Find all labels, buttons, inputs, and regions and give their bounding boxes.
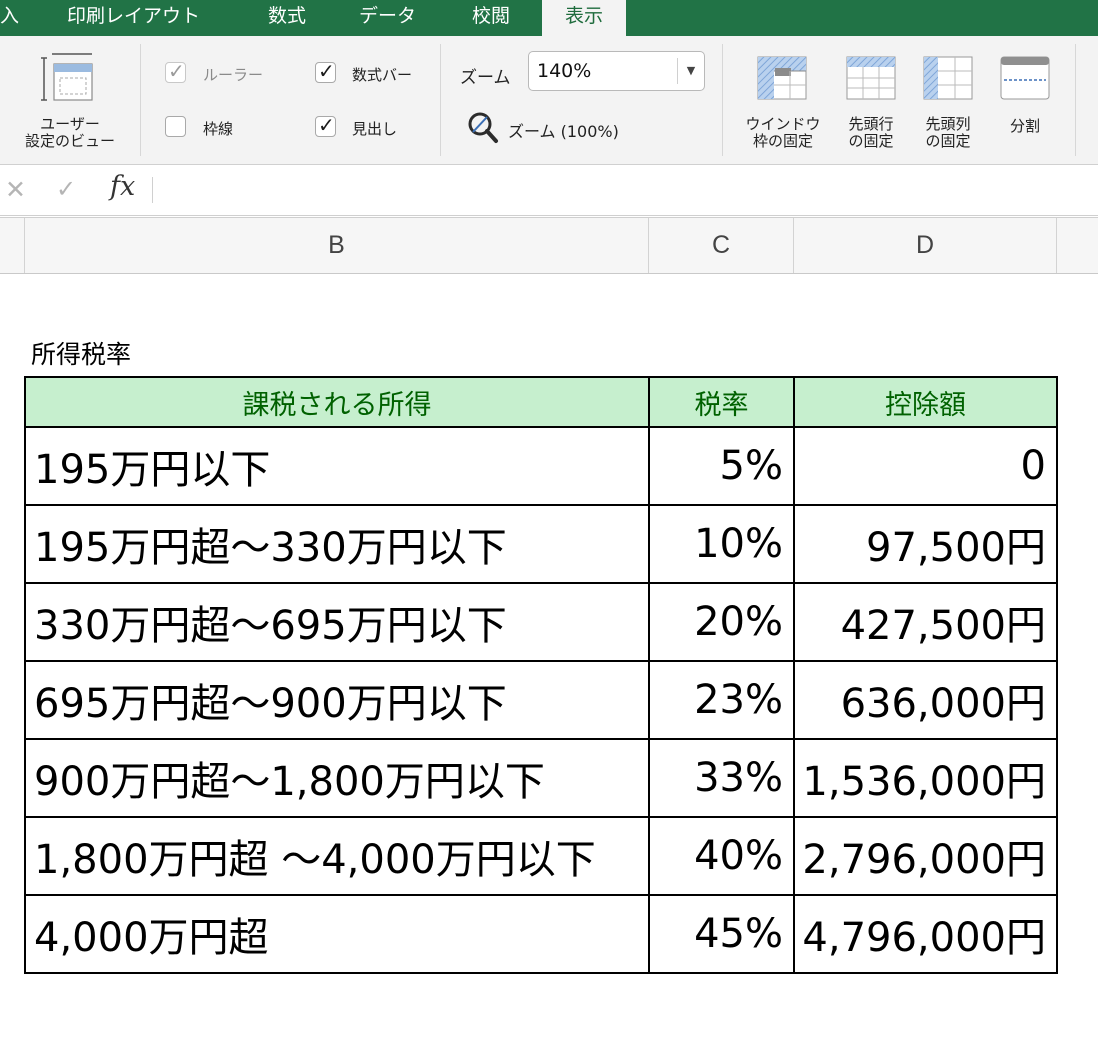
freeze-first-column-label: 先頭列 の固定 bbox=[925, 115, 971, 150]
zoom-100-label: ズーム (100%) bbox=[508, 122, 619, 141]
ribbon-separator bbox=[722, 44, 723, 156]
tab-page-layout[interactable]: 印刷レイアウト bbox=[67, 0, 200, 36]
ribbon-separator bbox=[140, 44, 141, 156]
deduction-cell[interactable]: 4,796,000円 bbox=[793, 894, 1058, 974]
custom-views-button[interactable] bbox=[38, 52, 98, 102]
chevron-down-icon[interactable]: ▼ bbox=[677, 58, 704, 84]
header-tax-rate[interactable]: 税率 bbox=[648, 376, 795, 428]
table-row: 330万円超〜695万円以下 20% 427,500円 bbox=[24, 582, 1058, 662]
income-cell[interactable]: 900万円超〜1,800万円以下 bbox=[24, 738, 650, 818]
freeze-panes-label: ウインドウ 枠の固定 bbox=[745, 115, 821, 150]
deduction-cell[interactable]: 636,000円 bbox=[793, 660, 1058, 740]
sheet-title[interactable]: 所得税率 bbox=[31, 335, 131, 371]
formula-bar-label: 数式バー bbox=[352, 66, 413, 84]
headings-label: 見出し bbox=[352, 120, 398, 138]
custom-views-icon bbox=[41, 53, 93, 101]
deduction-cell[interactable]: 427,500円 bbox=[793, 582, 1058, 662]
rate-cell[interactable]: 23% bbox=[648, 660, 795, 740]
insert-function-icon[interactable]: fx bbox=[110, 171, 135, 202]
formula-divider bbox=[152, 177, 153, 203]
headings-checkbox[interactable]: ✓ bbox=[315, 113, 336, 137]
income-cell[interactable]: 195万円超〜330万円以下 bbox=[24, 504, 650, 584]
deduction-cell[interactable]: 0 bbox=[793, 426, 1058, 506]
ruler-label: ルーラー bbox=[203, 66, 264, 84]
table-row: 195万円以下 5% 0 bbox=[24, 426, 1058, 506]
freeze-top-row-label: 先頭行 の固定 bbox=[848, 115, 894, 150]
custom-views-label: ユーザー 設定のビュー bbox=[24, 115, 115, 150]
freeze-top-row-button[interactable] bbox=[846, 56, 896, 104]
ribbon-separator bbox=[1075, 44, 1076, 156]
zoom-value: 140% bbox=[537, 60, 592, 82]
table-row: 195万円超〜330万円以下 10% 97,500円 bbox=[24, 504, 1058, 584]
gridlines-label: 枠線 bbox=[203, 120, 234, 138]
table-row: 900万円超〜1,800万円以下 33% 1,536,000円 bbox=[24, 738, 1058, 818]
header-taxable-income[interactable]: 課税される所得 bbox=[24, 376, 650, 428]
rate-cell[interactable]: 33% bbox=[648, 738, 795, 818]
rate-cell[interactable]: 40% bbox=[648, 816, 795, 896]
check-icon: ✓ bbox=[318, 59, 335, 83]
tax-rate-table: 課税される所得 税率 控除額 195万円以下 5% 0 195万円超〜330万円… bbox=[24, 376, 1058, 974]
rate-cell[interactable]: 45% bbox=[648, 894, 795, 974]
ribbon-tab-bar: 入 印刷レイアウト 数式 データ 校閲 表示 bbox=[0, 0, 1098, 37]
check-icon: ✓ bbox=[168, 59, 185, 83]
tab-data[interactable]: データ bbox=[359, 0, 416, 36]
zoom-100-button[interactable]: ズーム (100%) bbox=[465, 110, 635, 144]
header-deduction[interactable]: 控除額 bbox=[793, 376, 1058, 428]
column-header-d[interactable]: D bbox=[793, 218, 1056, 273]
tab-review[interactable]: 校閲 bbox=[472, 0, 510, 36]
formula-input[interactable] bbox=[160, 169, 1090, 209]
income-cell[interactable]: 4,000万円超 bbox=[24, 894, 650, 974]
column-header-e[interactable] bbox=[1056, 218, 1098, 273]
magnifier-icon bbox=[468, 112, 498, 143]
zoom-label: ズーム bbox=[460, 68, 511, 88]
table-row: 1,800万円超 〜4,000万円以下 40% 2,796,000円 bbox=[24, 816, 1058, 896]
freeze-panes-icon bbox=[757, 56, 807, 100]
tab-insert[interactable]: 入 bbox=[0, 0, 19, 36]
cancel-icon[interactable]: ✕ bbox=[5, 175, 26, 204]
column-header-bar: B C D bbox=[0, 218, 1098, 274]
column-header-c[interactable]: C bbox=[648, 218, 793, 273]
freeze-panes-button[interactable] bbox=[757, 56, 807, 104]
income-cell[interactable]: 695万円超〜900万円以下 bbox=[24, 660, 650, 740]
gridlines-checkbox[interactable] bbox=[165, 116, 186, 137]
ribbon-separator bbox=[440, 44, 441, 156]
table-row: 695万円超〜900万円以下 23% 636,000円 bbox=[24, 660, 1058, 740]
rate-cell[interactable]: 5% bbox=[648, 426, 795, 506]
tab-formulas[interactable]: 数式 bbox=[268, 0, 306, 36]
formula-bar: ✕ ✓ fx bbox=[0, 165, 1098, 218]
table-row: 4,000万円超 45% 4,796,000円 bbox=[24, 894, 1058, 974]
income-cell[interactable]: 1,800万円超 〜4,000万円以下 bbox=[24, 816, 650, 896]
column-header-b[interactable]: B bbox=[24, 218, 648, 273]
rate-cell[interactable]: 20% bbox=[648, 582, 795, 662]
ribbon: ユーザー 設定のビュー ✓ ルーラー 枠線 ✓ 数式バー ✓ 見出し ズーム 1… bbox=[0, 36, 1098, 165]
deduction-cell[interactable]: 2,796,000円 bbox=[793, 816, 1058, 896]
freeze-first-column-icon bbox=[923, 56, 973, 100]
tab-view[interactable]: 表示 bbox=[542, 0, 626, 37]
freeze-top-row-icon bbox=[846, 56, 896, 100]
check-icon: ✓ bbox=[318, 113, 335, 137]
deduction-cell[interactable]: 1,536,000円 bbox=[793, 738, 1058, 818]
zoom-select[interactable]: 140% ▼ bbox=[528, 51, 705, 91]
deduction-cell[interactable]: 97,500円 bbox=[793, 504, 1058, 584]
split-icon bbox=[1000, 56, 1050, 100]
split-label: 分割 bbox=[1009, 117, 1040, 135]
formula-bar-checkbox[interactable]: ✓ bbox=[315, 59, 336, 83]
freeze-first-column-button[interactable] bbox=[923, 56, 973, 104]
table-header-row: 課税される所得 税率 控除額 bbox=[24, 376, 1058, 428]
income-cell[interactable]: 195万円以下 bbox=[24, 426, 650, 506]
split-button[interactable] bbox=[1000, 56, 1050, 104]
rate-cell[interactable]: 10% bbox=[648, 504, 795, 584]
income-cell[interactable]: 330万円超〜695万円以下 bbox=[24, 582, 650, 662]
ruler-checkbox[interactable]: ✓ bbox=[165, 59, 186, 83]
enter-icon[interactable]: ✓ bbox=[56, 175, 76, 203]
